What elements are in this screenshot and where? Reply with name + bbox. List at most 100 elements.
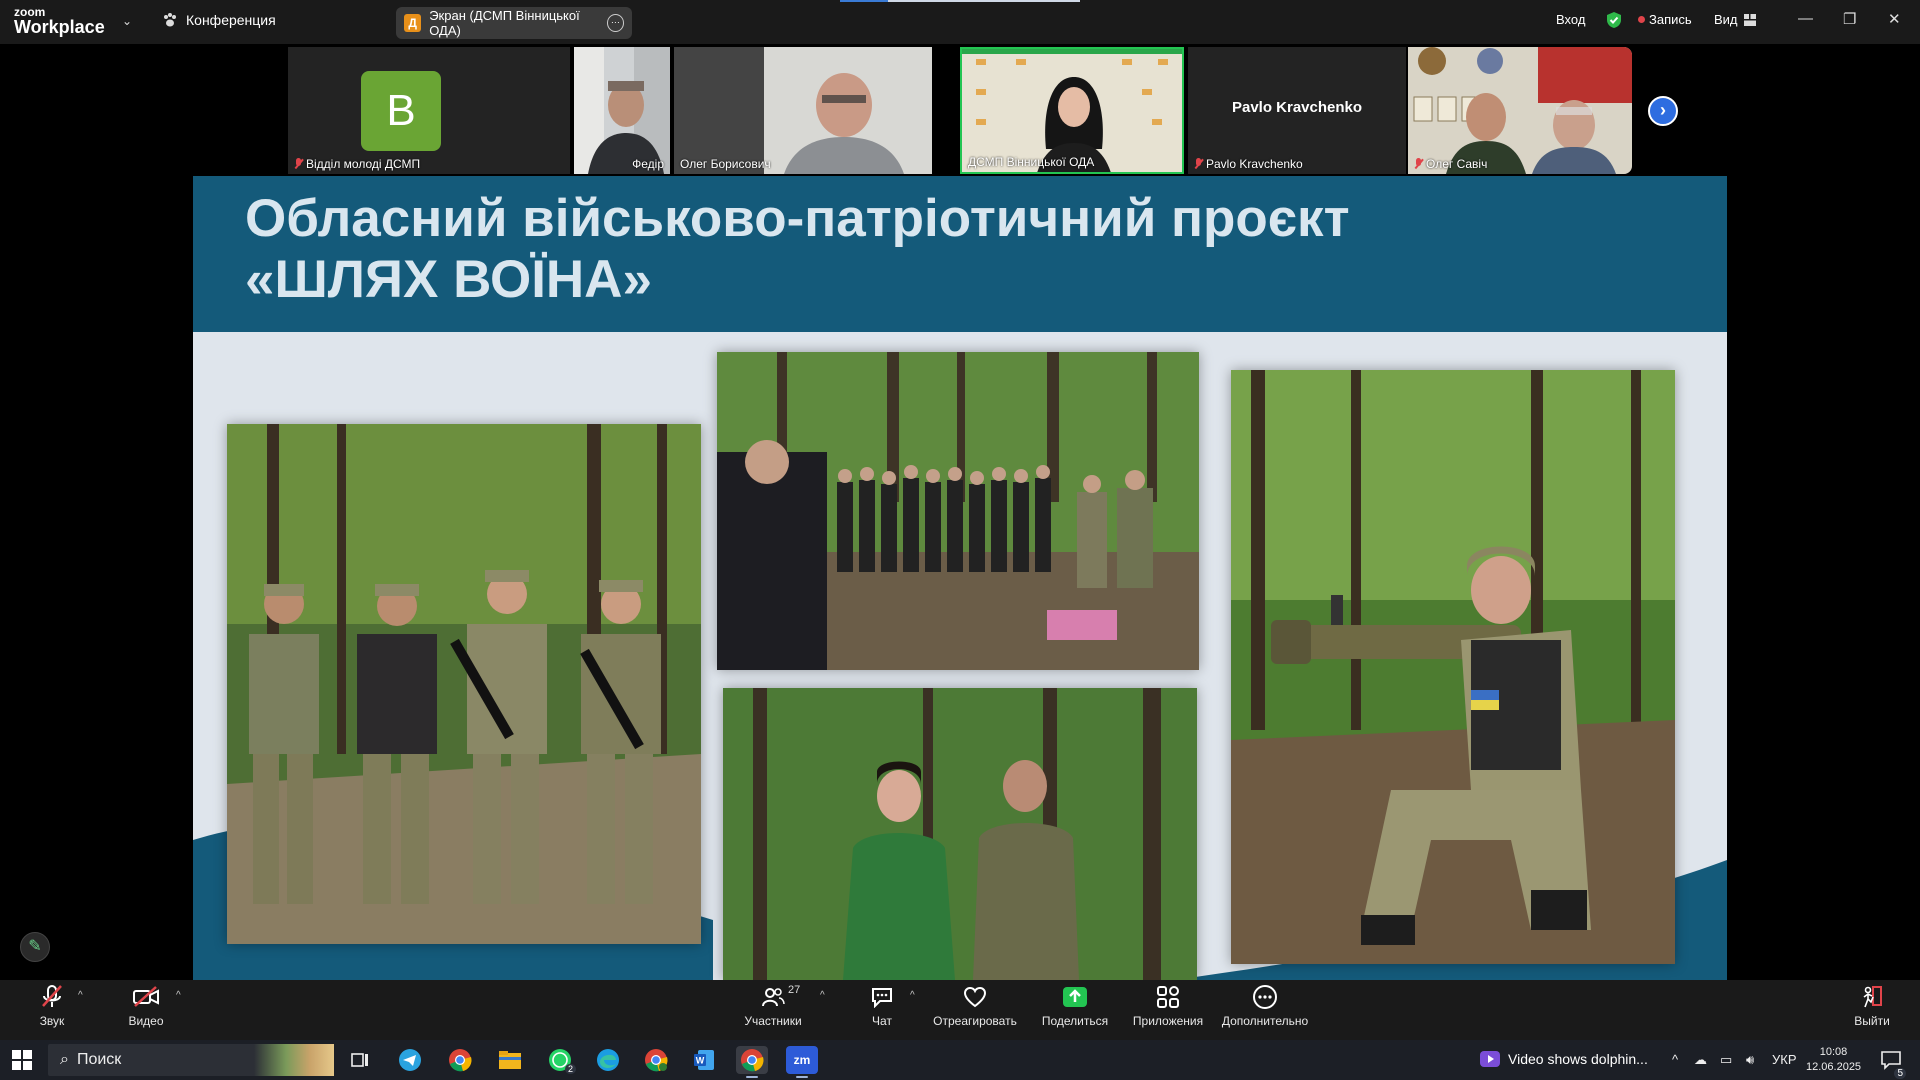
meeting-toolbar: Звук ^ Видео ^ Участники 27 ^ Чат ^ Отре…: [0, 980, 1920, 1040]
minimize-icon[interactable]: —: [1798, 10, 1813, 27]
participant-name-text: Відділ молоді ДСМП: [306, 157, 421, 171]
share-label: Поделиться: [1041, 1014, 1109, 1028]
leave-icon: [1863, 986, 1882, 1008]
photo-soldier-launcher: [1231, 370, 1675, 964]
slide-header: Обласний військово-патріотичний проєкт «…: [193, 176, 1727, 332]
file-explorer-icon[interactable]: [494, 1046, 526, 1074]
audio-button[interactable]: Звук: [30, 980, 74, 1040]
taskbar-clock[interactable]: 10:08 12.06.2025: [1806, 1045, 1861, 1075]
windows-start-icon[interactable]: [12, 1050, 32, 1070]
conference-button[interactable]: Конференция: [162, 12, 276, 28]
share-button[interactable]: Поделиться: [1038, 980, 1112, 1040]
taskbar-search[interactable]: ⌕ Поиск: [48, 1044, 334, 1076]
participants-label: Участники: [744, 1014, 802, 1028]
word-icon[interactable]: W: [688, 1046, 720, 1074]
video-label: Видео: [128, 1014, 164, 1028]
participants-count: 27: [788, 984, 801, 996]
task-view-icon[interactable]: [344, 1046, 376, 1074]
chrome-active-icon[interactable]: [736, 1046, 768, 1078]
participant-tile[interactable]: Олег Савіч: [1408, 47, 1632, 174]
notification-center-icon[interactable]: 5: [1880, 1050, 1906, 1079]
slide-title-line-1: Обласний військово-патріотичний проєкт: [245, 189, 1350, 248]
participants-icon: [762, 988, 785, 1007]
close-icon[interactable]: ✕: [1888, 10, 1901, 28]
muted-mic-icon: [42, 985, 62, 1007]
volume-icon[interactable]: 🔊︎: [1746, 1052, 1754, 1068]
conference-label: Конференция: [186, 12, 276, 28]
screen-share-pill[interactable]: Д Экран (ДСМП Вінницької ОДА) ···: [396, 7, 632, 39]
share-screen-icon: [1063, 987, 1087, 1007]
muted-mic-icon: [1194, 158, 1203, 170]
react-button[interactable]: Отреагировать: [932, 980, 1018, 1040]
participant-name-text: Федір: [632, 157, 664, 171]
participant-tile[interactable]: Олег Борисович: [674, 47, 932, 174]
windows-taskbar: ⌕ Поиск 2 W zm Video shows dolphin... ^ …: [0, 1040, 1920, 1080]
participant-display-name: Pavlo Kravchenko: [1231, 99, 1363, 116]
language-indicator[interactable]: УКР: [1772, 1052, 1797, 1067]
active-app-indicator: [796, 1076, 808, 1078]
signin-button[interactable]: Вход: [1556, 12, 1585, 27]
chat-options-caret-icon[interactable]: ^: [910, 990, 915, 1001]
next-page-arrow-icon[interactable]: ›: [1648, 96, 1678, 126]
logo-line-2: Workplace: [14, 17, 105, 37]
more-button[interactable]: Дополнительно: [1220, 980, 1310, 1040]
pencil-icon[interactable]: ✎: [20, 932, 50, 962]
search-placeholder: Поиск: [76, 1051, 122, 1068]
screen-share-label: Экран (ДСМП Вінницької ОДА): [429, 8, 580, 38]
search-highlight-image: [254, 1044, 334, 1076]
more-options-icon[interactable]: ···: [606, 14, 624, 32]
react-label: Отреагировать: [933, 1014, 1017, 1028]
screen-share-badge: Д: [404, 14, 422, 32]
whatsapp-badge: 2: [564, 1064, 576, 1074]
record-label: Запись: [1649, 12, 1692, 27]
active-app-indicator: [746, 1076, 758, 1078]
restore-icon[interactable]: ❐: [1843, 10, 1856, 28]
edge-icon[interactable]: [592, 1046, 624, 1074]
grid-view-icon: [1743, 13, 1756, 26]
muted-mic-icon: [1414, 158, 1423, 170]
participants-options-caret-icon[interactable]: ^: [820, 990, 825, 1001]
shield-check-icon[interactable]: [1606, 11, 1622, 29]
tray-overflow-caret-icon[interactable]: ^: [1672, 1052, 1678, 1067]
more-dots-icon: [1253, 985, 1277, 1009]
zoom-logo[interactable]: zoom Workplace: [14, 6, 105, 36]
leave-label: Выйти: [1854, 1014, 1890, 1028]
leave-button[interactable]: Выйти: [1850, 980, 1894, 1040]
participant-tile[interactable]: Pavlo Kravchenko Pavlo Kravchenko: [1188, 47, 1406, 174]
network-icon[interactable]: ▭: [1720, 1052, 1732, 1068]
photo-group-soldiers: [227, 424, 701, 944]
telegram-icon[interactable]: [394, 1046, 426, 1074]
active-speaker-tile[interactable]: ДСМП Вінницької ОДА: [960, 47, 1184, 174]
slide-title: Обласний військово-патріотичний проєкт «…: [245, 188, 1350, 310]
participant-name: Pavlo Kravchenko: [1194, 157, 1303, 171]
participant-name: Відділ молоді ДСМП: [294, 157, 420, 171]
participant-tile[interactable]: B Відділ молоді ДСМП: [288, 47, 570, 174]
notification-text: Video shows dolphin...: [1508, 1051, 1648, 1067]
participant-name: ДСМП Вінницької ОДА: [968, 155, 1094, 169]
participant-name-text: Олег Борисович: [680, 157, 771, 171]
chrome-profile-icon[interactable]: [640, 1046, 672, 1074]
record-button[interactable]: Запись: [1638, 12, 1692, 27]
heart-icon: [963, 986, 987, 1008]
video-options-caret-icon[interactable]: ^: [176, 990, 181, 1001]
photo-two-instructors: [723, 688, 1197, 980]
taskbar-notification-widget[interactable]: Video shows dolphin...: [1480, 1050, 1648, 1068]
shared-screen-slide: Обласний військово-патріотичний проєкт «…: [193, 176, 1727, 980]
zoom-icon[interactable]: zm: [786, 1046, 818, 1078]
chevron-down-icon[interactable]: ⌄: [122, 14, 132, 28]
notification-count: 5: [1894, 1068, 1906, 1079]
participant-name: Олег Савіч: [1414, 157, 1487, 171]
onedrive-icon[interactable]: ☁: [1694, 1052, 1707, 1068]
audio-options-caret-icon[interactable]: ^: [78, 990, 83, 1001]
participant-name: Федір: [632, 157, 664, 171]
view-button[interactable]: Вид: [1714, 12, 1756, 27]
chrome-icon[interactable]: [444, 1046, 476, 1074]
apps-button[interactable]: Приложения: [1130, 980, 1206, 1040]
view-label: Вид: [1714, 12, 1738, 27]
chat-button[interactable]: Чат: [860, 980, 904, 1040]
participant-tile[interactable]: Федір: [574, 47, 670, 174]
chat-label: Чат: [872, 1014, 892, 1028]
participant-video: [674, 47, 932, 174]
whatsapp-icon[interactable]: 2: [544, 1046, 576, 1074]
video-button[interactable]: Видео: [124, 980, 168, 1040]
